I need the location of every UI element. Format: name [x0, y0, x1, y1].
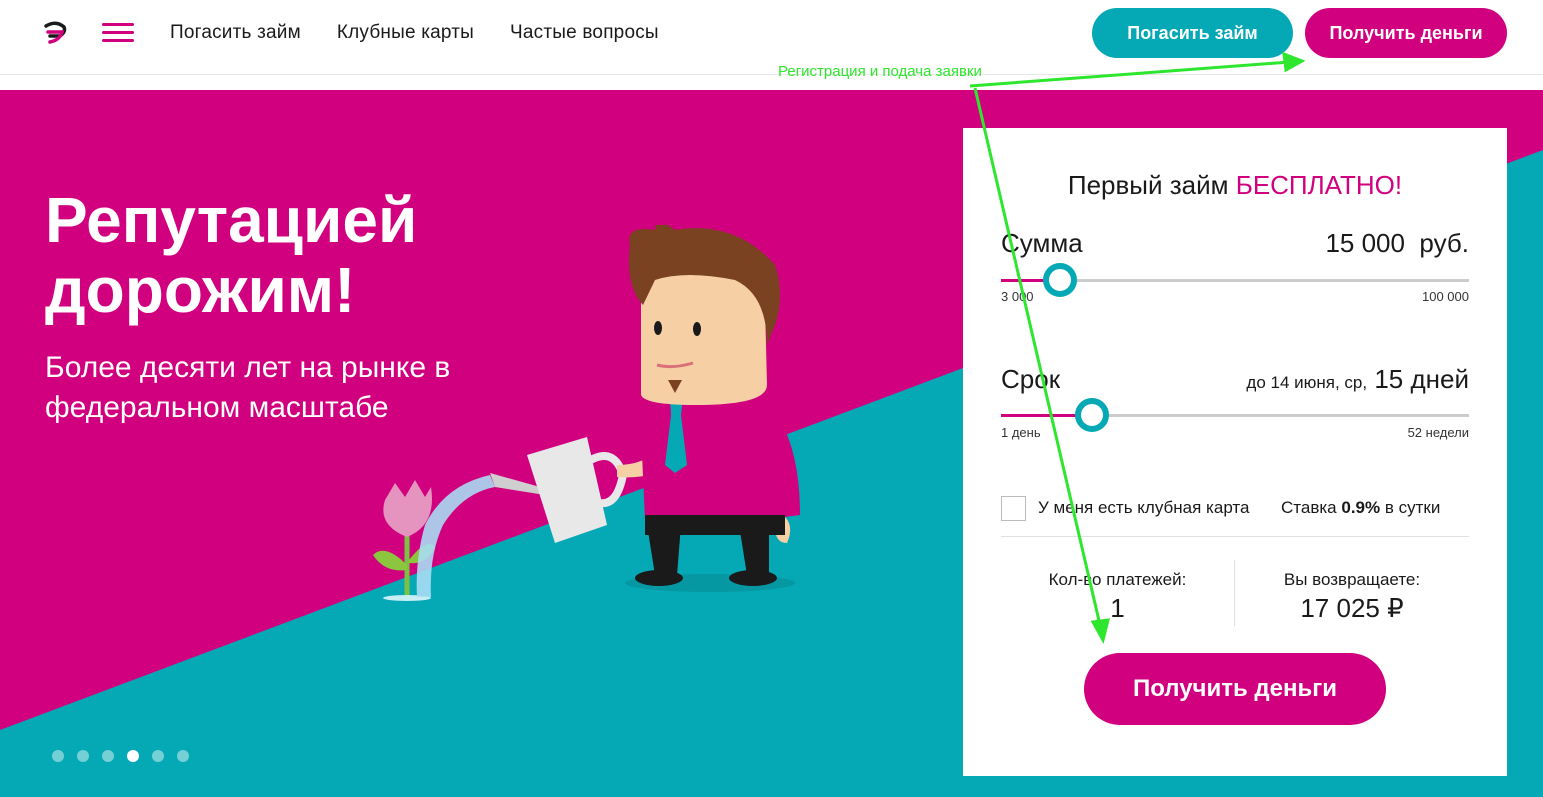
term-max-label: 52 недели [1407, 425, 1469, 440]
nav-club-cards[interactable]: Клубные карты [337, 20, 474, 46]
man-watering-flower-illustration [373, 225, 800, 601]
calculator-title-highlight: БЕСПЛАТНО! [1235, 170, 1403, 200]
term-label: Срок [1001, 364, 1061, 394]
amount-value-unit: руб. [1419, 228, 1469, 258]
nav-repay-loan[interactable]: Погасить займ [170, 20, 301, 46]
amount-label: Сумма [1001, 228, 1083, 258]
main-nav: Погасить займ Клубные карты Частые вопро… [170, 20, 659, 46]
repay-loan-button[interactable]: Погасить займ [1092, 8, 1293, 58]
amount-max-label: 100 000 [1422, 289, 1469, 304]
term-until-date: до 14 июня, ср, [1246, 373, 1368, 392]
calculator-divider [1001, 536, 1469, 537]
term-slider[interactable] [1001, 398, 1469, 432]
amount-value-number: 15 000 [1325, 228, 1405, 258]
return-amount-value: 17 025 ₽ [1300, 593, 1404, 623]
slide-dot-6[interactable] [177, 750, 189, 762]
daily-rate: Ставка 0.9% в сутки [1281, 498, 1440, 518]
annotation-label: Регистрация и подача заявки [778, 63, 982, 80]
loan-calculator: Первый займ БЕСПЛАТНО! Сумма 15 000 руб.… [963, 128, 1507, 776]
amount-slider-handle[interactable] [1042, 263, 1077, 297]
slide-dot-1[interactable] [52, 750, 64, 762]
return-amount-label: Вы возвращаете: [1283, 570, 1421, 589]
slide-dot-4[interactable] [127, 750, 139, 762]
rate-suffix: в сутки [1384, 498, 1441, 517]
watering-can-icon [490, 437, 628, 543]
term-value-days: 15 дней [1374, 364, 1469, 394]
club-card-label[interactable]: У меня есть клубная карта [1038, 498, 1249, 518]
amount-slider[interactable] [1001, 263, 1469, 297]
club-card-checkbox[interactable] [1001, 496, 1026, 521]
term-slider-handle[interactable] [1075, 398, 1110, 432]
slide-dot-2[interactable] [77, 750, 89, 762]
get-money-submit-button[interactable]: Получить деньги [1084, 653, 1386, 725]
site-header: Погасить займ Клубные карты Частые вопро… [0, 0, 1543, 75]
slider-pagination [52, 750, 189, 762]
payments-count-label: Кол-во платежей: [1048, 570, 1187, 589]
amount-min-label: 3 000 [1001, 289, 1034, 304]
rate-value: 0.9% [1341, 498, 1381, 517]
calculator-title-prefix: Первый займ [1067, 170, 1229, 200]
get-money-header-button[interactable]: Получить деньги [1305, 8, 1507, 58]
nav-faq[interactable]: Частые вопросы [510, 20, 659, 46]
brand-logo-icon[interactable] [40, 18, 70, 48]
payments-count-value: 1 [1110, 593, 1125, 623]
hamburger-menu-icon[interactable] [102, 23, 134, 45]
term-value: до 14 июня, ср, 15 дней [1246, 364, 1469, 395]
rate-prefix: Ставка [1281, 498, 1337, 517]
term-min-label: 1 день [1001, 425, 1041, 440]
slide-dot-3[interactable] [102, 750, 114, 762]
amount-value: 15 000 руб. [1325, 228, 1469, 259]
calculator-title: Первый займ БЕСПЛАТНО! [963, 170, 1507, 201]
slide-dot-5[interactable] [152, 750, 164, 762]
